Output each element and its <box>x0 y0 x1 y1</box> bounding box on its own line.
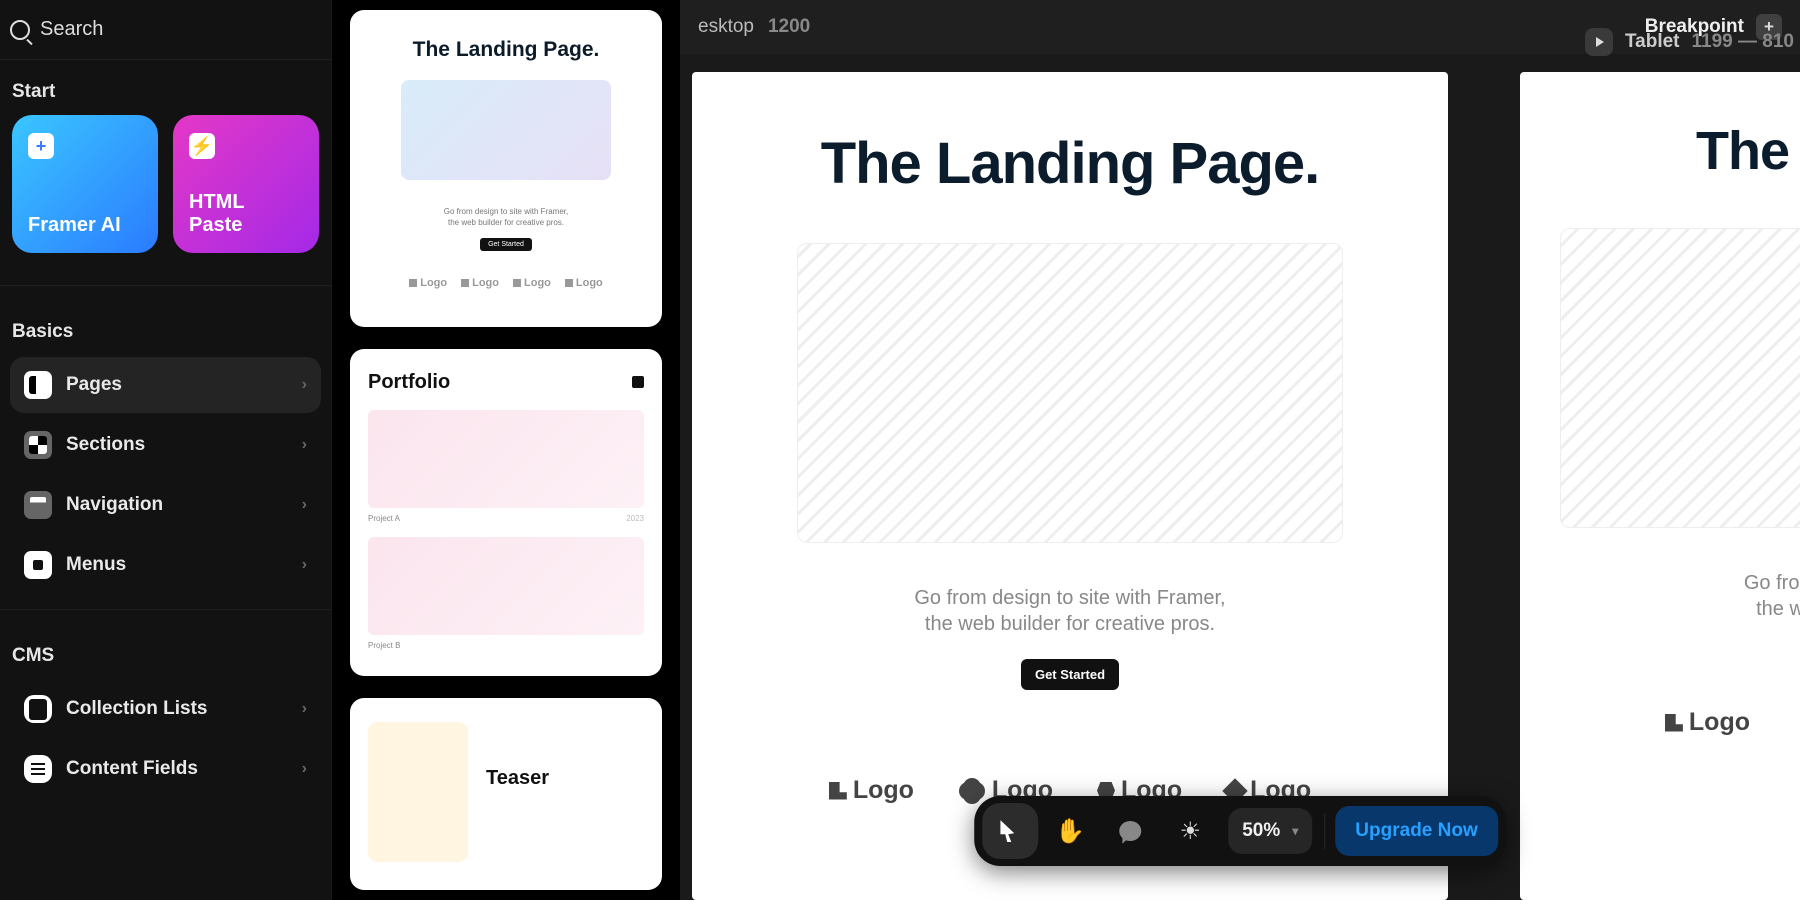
chat-icon <box>1119 821 1141 841</box>
pages-icon <box>24 371 52 399</box>
cursor-icon <box>1000 820 1020 842</box>
breakpoint-tablet-label[interactable]: Tablet 1199 — 810 <box>1585 28 1794 56</box>
logo-icon: Logo <box>461 277 499 289</box>
sidebar-item-pages[interactable]: Pages › <box>10 357 321 413</box>
sidebar-item-collection-lists[interactable]: Collection Lists › <box>10 681 321 737</box>
breakpoint-size: 1200 <box>768 16 810 38</box>
template-hero-placeholder <box>401 80 611 180</box>
logo-icon: Logo <box>565 277 603 289</box>
sidebar-item-navigation[interactable]: Navigation › <box>10 477 321 533</box>
navigation-icon <box>24 491 52 519</box>
section-heading-cms: CMS <box>0 624 331 679</box>
canvas-area: esktop 1200 Breakpoint + Tablet 1199 — 8… <box>680 0 1800 900</box>
bolt-icon: ⚡ <box>189 133 215 159</box>
menus-icon <box>24 551 52 579</box>
hand-icon: ✋ <box>1055 817 1085 846</box>
start-card-html-paste[interactable]: ⚡ HTML Paste <box>173 115 319 253</box>
hero-image-placeholder <box>1560 228 1800 528</box>
template-logos-row: Logo Logo Logo Logo <box>409 277 603 309</box>
search-placeholder: Search <box>40 18 103 41</box>
sections-icon <box>24 431 52 459</box>
divider <box>0 285 331 286</box>
plus-icon: + <box>28 133 54 159</box>
template-teaser[interactable]: Teaser <box>350 698 662 890</box>
template-project-meta: Project B <box>368 641 644 650</box>
hero-image-placeholder <box>797 243 1343 543</box>
floating-toolbar: ✋ ☀ 50% ▾ Upgrade Now <box>974 796 1506 866</box>
search-input[interactable]: Search <box>0 0 331 60</box>
section-heading-start: Start <box>0 60 331 115</box>
template-subtitle: Go from design to site with Framer, the … <box>444 206 569 228</box>
template-cta: Get Started <box>480 238 532 251</box>
logo-item: Logo <box>1665 708 1750 737</box>
start-cards: + Framer AI ⚡ HTML Paste <box>0 115 331 271</box>
chevron-right-icon: › <box>302 700 307 718</box>
logo-icon: Logo <box>513 277 551 289</box>
breakpoint-range: 1199 — 810 <box>1692 31 1794 53</box>
sidebar-item-label: Sections <box>66 434 145 456</box>
sidebar-item-menus[interactable]: Menus › <box>10 537 321 593</box>
page-heading: The La <box>1696 120 1800 182</box>
template-portfolio[interactable]: Portfolio Project A 2023 Project B <box>350 349 662 676</box>
start-card-framer-ai[interactable]: + Framer AI <box>12 115 158 253</box>
play-icon <box>1585 28 1613 56</box>
chevron-right-icon: › <box>302 556 307 574</box>
chevron-right-icon: › <box>302 760 307 778</box>
page-subtitle: Go from design to site with Framer, the … <box>914 585 1225 637</box>
page-heading: The Landing Page. <box>821 130 1320 197</box>
zoom-dropdown[interactable]: 50% ▾ <box>1228 808 1312 854</box>
select-tool[interactable] <box>982 803 1038 859</box>
sidebar-item-label: Collection Lists <box>66 698 207 720</box>
start-card-label: HTML Paste <box>189 191 303 237</box>
separator <box>1324 813 1325 849</box>
chevron-right-icon: › <box>302 436 307 454</box>
logo-icon: Logo <box>409 277 447 289</box>
content-fields-icon <box>24 755 52 783</box>
logo-icon <box>963 782 981 800</box>
template-gallery: The Landing Page. Go from design to site… <box>332 0 680 900</box>
start-card-label: Framer AI <box>28 214 142 237</box>
comment-tool[interactable] <box>1102 803 1158 859</box>
sidebar-item-label: Pages <box>66 374 122 396</box>
upgrade-button[interactable]: Upgrade Now <box>1335 806 1497 856</box>
page-subtitle: Go from the w <box>1744 570 1800 622</box>
template-landing-page[interactable]: The Landing Page. Go from design to site… <box>350 10 662 327</box>
chevron-right-icon: › <box>302 376 307 394</box>
logo-icon <box>829 782 847 800</box>
sidebar-item-label: Menus <box>66 554 126 576</box>
divider <box>0 609 331 610</box>
template-title: Teaser <box>486 767 549 790</box>
sidebar-item-label: Navigation <box>66 494 163 516</box>
sun-icon: ☀ <box>1179 817 1201 846</box>
settings-dot-icon <box>632 376 644 388</box>
frame-desktop[interactable]: The Landing Page. Go from design to site… <box>692 72 1448 900</box>
breakpoint-desktop-label[interactable]: esktop 1200 <box>698 16 810 38</box>
template-title: The Landing Page. <box>413 38 600 62</box>
sidebar-item-label: Content Fields <box>66 758 198 780</box>
breakpoint-name: Tablet <box>1625 31 1680 53</box>
logo-item: Logo <box>829 776 914 805</box>
breakpoint-name: esktop <box>698 16 754 38</box>
chevron-right-icon: › <box>302 496 307 514</box>
sidebar-item-content-fields[interactable]: Content Fields › <box>10 741 321 797</box>
canvas-scroll[interactable]: The Landing Page. Go from design to site… <box>680 72 1800 900</box>
collection-lists-icon <box>24 695 52 723</box>
logos-row: Logo Logo <box>1665 708 1800 737</box>
sidebar-item-sections[interactable]: Sections › <box>10 417 321 473</box>
logo-icon <box>1665 714 1683 732</box>
template-project-meta: Project A 2023 <box>368 514 644 523</box>
cta-button: Get Started <box>1021 659 1119 690</box>
left-sidebar: Search Start + Framer AI ⚡ HTML Paste Ba… <box>0 0 332 900</box>
template-project-block <box>368 410 644 508</box>
template-teaser-block <box>368 722 468 862</box>
zoom-value: 50% <box>1242 820 1280 842</box>
hand-tool[interactable]: ✋ <box>1042 803 1098 859</box>
frame-tablet[interactable]: The La Go from the w Logo Logo <box>1520 72 1800 900</box>
search-icon <box>10 20 30 40</box>
chevron-down-icon: ▾ <box>1292 824 1298 838</box>
template-title: Portfolio <box>368 371 450 394</box>
template-project-block <box>368 537 644 635</box>
section-heading-basics: Basics <box>0 300 331 355</box>
theme-toggle[interactable]: ☀ <box>1162 803 1218 859</box>
